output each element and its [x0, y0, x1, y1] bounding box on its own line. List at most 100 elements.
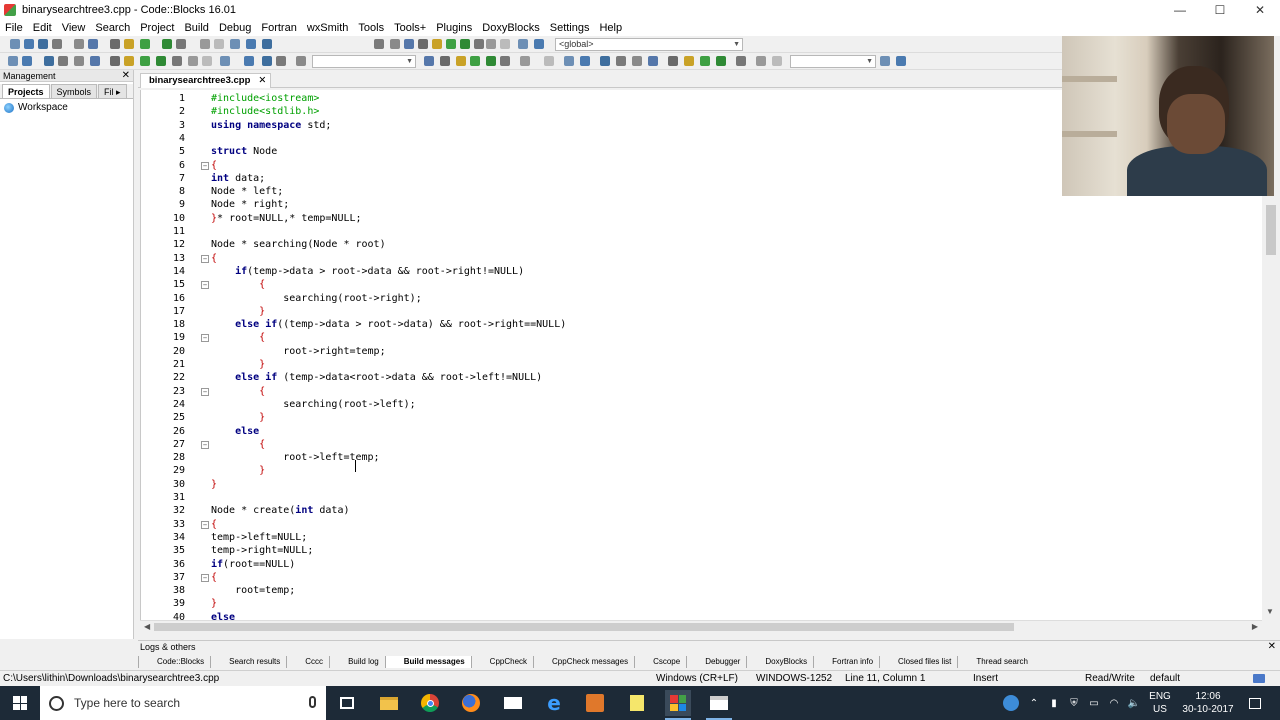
- mail-icon[interactable]: [500, 690, 526, 716]
- log-tab-debugger[interactable]: Debugger: [686, 656, 746, 668]
- tab-files[interactable]: Fil ▸: [98, 84, 127, 98]
- maximize-button[interactable]: ☐: [1200, 0, 1240, 20]
- log-tab-code-blocks[interactable]: Code::Blocks: [138, 656, 210, 668]
- toolbar-button-icon[interactable]: [564, 56, 574, 66]
- code-line[interactable]: 35 temp->right=NULL;: [141, 544, 1261, 557]
- code-line[interactable]: 16 searching(root->right);: [141, 292, 1261, 305]
- log-tab-fortran-info[interactable]: Fortran info: [813, 656, 879, 668]
- volume-icon[interactable]: 🔈: [1124, 686, 1144, 720]
- toolbar-button-icon[interactable]: [220, 56, 230, 66]
- toolbar-button-icon[interactable]: [74, 56, 84, 66]
- toolbar-button-icon[interactable]: [202, 56, 212, 66]
- task-view-icon[interactable]: [334, 690, 360, 716]
- toolbar-button-icon[interactable]: [440, 56, 450, 66]
- code-line[interactable]: 15 − {: [141, 278, 1261, 291]
- toolbar-button-icon[interactable]: [486, 56, 496, 66]
- log-tab-build-messages[interactable]: Build messages: [384, 656, 471, 668]
- log-tab-search-results[interactable]: Search results: [210, 656, 286, 668]
- toolbar-button-icon[interactable]: [172, 56, 182, 66]
- toolbar-button-icon[interactable]: [632, 56, 642, 66]
- orange-app-icon[interactable]: [582, 690, 608, 716]
- code-line[interactable]: 9 Node * right;: [141, 198, 1261, 211]
- toolbar-button-icon[interactable]: [124, 39, 134, 49]
- code-line[interactable]: 22 else if (temp->data<root->data && roo…: [141, 371, 1261, 384]
- code-line[interactable]: 34 temp->left=NULL;: [141, 531, 1261, 544]
- toolbar-button-icon[interactable]: [772, 56, 782, 66]
- log-tab-cppcheck-messages[interactable]: CppCheck messages: [533, 656, 634, 668]
- toolbar-button-icon[interactable]: [668, 56, 678, 66]
- toolbar-button-icon[interactable]: [230, 39, 240, 49]
- fold-toggle-icon[interactable]: −: [201, 254, 209, 263]
- toolbar-button-icon[interactable]: [124, 56, 134, 66]
- menu-view[interactable]: View: [57, 20, 91, 36]
- storage-icon[interactable]: ▭: [1084, 686, 1104, 720]
- log-tab-thread-search[interactable]: Thread search: [957, 656, 1034, 668]
- toolbar-button-icon[interactable]: [244, 56, 254, 66]
- toolbar-button-icon[interactable]: [716, 56, 726, 66]
- code-line[interactable]: 32 Node * create(int data): [141, 504, 1261, 517]
- code-line[interactable]: 10}* root=NULL,* temp=NULL;: [141, 212, 1261, 225]
- toolbar-button-icon[interactable]: [424, 56, 434, 66]
- code-line[interactable]: 24 searching(root->left);: [141, 398, 1261, 411]
- sticky-notes-icon[interactable]: [624, 690, 650, 716]
- toolbar-button-icon[interactable]: [700, 56, 710, 66]
- toolbar-button-icon[interactable]: [296, 56, 306, 66]
- horizontal-scrollbar[interactable]: ◀ ▶: [140, 620, 1262, 632]
- toolbar-button-icon[interactable]: [52, 39, 62, 49]
- code-line[interactable]: 26 else: [141, 425, 1261, 438]
- menu-doxyblocks[interactable]: DoxyBlocks: [477, 20, 544, 36]
- fold-toggle-icon[interactable]: −: [201, 281, 209, 290]
- toolbar-button-icon[interactable]: [520, 56, 530, 66]
- toolbar-button-icon[interactable]: [446, 39, 456, 49]
- menu-build[interactable]: Build: [179, 20, 213, 36]
- code-line[interactable]: 29 }: [141, 464, 1261, 477]
- code-line[interactable]: 21 }: [141, 358, 1261, 371]
- toolbar-button-icon[interactable]: [534, 39, 544, 49]
- scroll-down-icon[interactable]: ▼: [1266, 607, 1274, 616]
- battery-icon[interactable]: ▮: [1044, 686, 1064, 720]
- fold-toggle-icon[interactable]: −: [201, 161, 209, 170]
- toolbar-button-icon[interactable]: [246, 39, 256, 49]
- menu-edit[interactable]: Edit: [28, 20, 57, 36]
- microphone-icon[interactable]: [309, 696, 316, 708]
- network-status-icon[interactable]: [998, 686, 1024, 720]
- notification-icon[interactable]: [1244, 686, 1266, 720]
- log-tab-doxyblocks[interactable]: DoxyBlocks: [746, 656, 813, 668]
- code-line[interactable]: 18 else if((temp->data > root->data) && …: [141, 318, 1261, 331]
- scroll-left-icon[interactable]: ◀: [144, 621, 150, 633]
- log-tab-cppcheck[interactable]: CppCheck: [470, 656, 533, 668]
- toolbar-button-icon[interactable]: [518, 39, 528, 49]
- code-line[interactable]: 11: [141, 225, 1261, 238]
- toolbar-button-icon[interactable]: [756, 56, 766, 66]
- scroll-right-icon[interactable]: ▶: [1252, 621, 1258, 633]
- toolbar-button-icon[interactable]: [58, 56, 68, 66]
- fold-toggle-icon[interactable]: −: [201, 440, 209, 449]
- toolbar-button-icon[interactable]: [456, 56, 466, 66]
- code-line[interactable]: 33 −{: [141, 518, 1261, 531]
- chevron-up-icon[interactable]: ⌃: [1026, 686, 1042, 720]
- toolbar-button-icon[interactable]: [648, 56, 658, 66]
- toolbar-button-icon[interactable]: [140, 56, 150, 66]
- toolbar-button-icon[interactable]: [24, 39, 34, 49]
- toolbar-button-icon[interactable]: [110, 56, 120, 66]
- code-line[interactable]: 37 −{: [141, 571, 1261, 584]
- close-icon[interactable]: ✕: [1268, 641, 1276, 653]
- fold-toggle-icon[interactable]: −: [201, 573, 209, 582]
- toolbar-button-icon[interactable]: [262, 39, 272, 49]
- tab-symbols[interactable]: Symbols: [50, 84, 98, 98]
- chrome-icon[interactable]: [417, 690, 443, 716]
- close-icon[interactable]: ✕: [122, 70, 130, 82]
- scrollbar-thumb[interactable]: [1266, 205, 1276, 255]
- menu-file[interactable]: File: [0, 20, 28, 36]
- toolbar-button-icon[interactable]: [22, 56, 32, 66]
- toolbar-button-icon[interactable]: [600, 56, 610, 66]
- code-line[interactable]: 31: [141, 491, 1261, 504]
- fold-toggle-icon[interactable]: −: [201, 387, 209, 396]
- symbol-select[interactable]: ▼: [312, 55, 416, 68]
- toolbar-button-icon[interactable]: [896, 56, 906, 66]
- wifi-icon[interactable]: ◠: [1104, 686, 1124, 720]
- code-line[interactable]: 28 root->left=temp;: [141, 451, 1261, 464]
- toolbar-button-icon[interactable]: [88, 39, 98, 49]
- log-tab-build-log[interactable]: Build log: [329, 656, 385, 668]
- toolbar-button-icon[interactable]: [374, 39, 384, 49]
